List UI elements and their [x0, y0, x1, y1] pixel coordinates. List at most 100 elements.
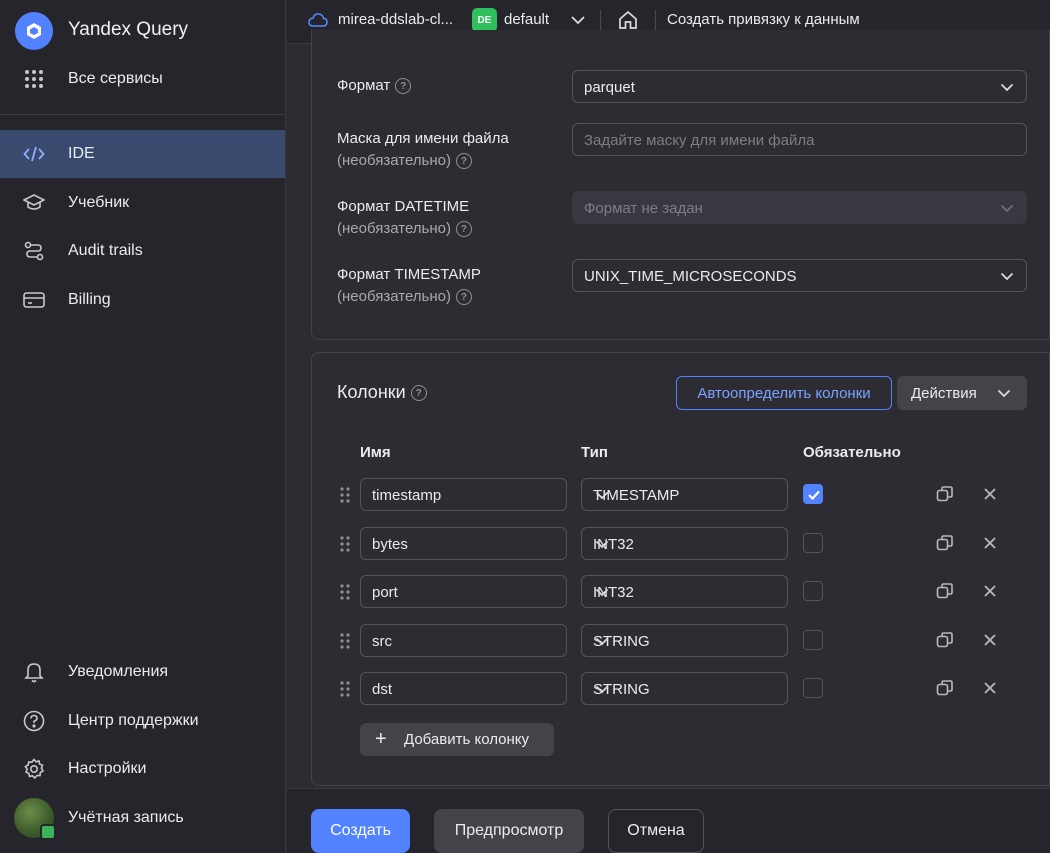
columns-section	[311, 352, 1050, 786]
drag-handle-icon[interactable]	[339, 486, 351, 504]
yandex-query-logo[interactable]	[15, 12, 53, 50]
close-icon[interactable]	[980, 678, 1000, 698]
gear-icon	[22, 757, 46, 781]
columns-title: Колонки?	[337, 382, 427, 403]
sidebar-divider	[0, 114, 285, 115]
sidebar-item-audit-trails[interactable]: Audit trails	[0, 238, 285, 264]
required-checkbox[interactable]	[803, 581, 823, 601]
close-icon[interactable]	[980, 533, 1000, 553]
graduation-cap-icon	[22, 191, 46, 215]
required-checkbox[interactable]	[803, 533, 823, 553]
chevron-down-icon	[593, 583, 611, 601]
datetime-format-select: Формат не задан	[572, 191, 1027, 224]
required-checkbox[interactable]	[803, 484, 823, 504]
timestamp-format-select[interactable]: UNIX_TIME_MICROSECONDS	[572, 259, 1027, 292]
create-button[interactable]: Создать	[311, 809, 410, 853]
environment-badge: DE	[472, 8, 497, 32]
sidebar-label: Настройки	[68, 760, 147, 777]
column-name-input[interactable]: src	[360, 624, 567, 657]
sidebar-item-settings[interactable]: Настройки	[0, 756, 285, 782]
plus-icon: +	[375, 728, 387, 750]
duplicate-icon[interactable]	[935, 630, 955, 650]
chevron-down-icon	[998, 199, 1016, 217]
column-name-value: port	[372, 584, 398, 601]
close-icon[interactable]	[980, 630, 1000, 650]
grid-icon	[22, 67, 46, 91]
close-icon[interactable]	[980, 581, 1000, 601]
sidebar-item-tutorial[interactable]: Учебник	[0, 190, 285, 216]
file-mask-input[interactable]: Задайте маску для имени файла	[572, 123, 1027, 156]
column-name-value: dst	[372, 681, 393, 698]
chevron-down-icon	[998, 78, 1016, 96]
folder-name[interactable]: mirea-ddslab-cl...	[338, 11, 453, 28]
sidebar-item-account[interactable]: Учётная запись	[0, 805, 285, 831]
format-select[interactable]: parquet	[572, 70, 1027, 103]
duplicate-icon[interactable]	[935, 581, 955, 601]
cloud-icon	[307, 9, 329, 31]
required-checkbox[interactable]	[803, 678, 823, 698]
actions-label: Действия	[911, 385, 977, 402]
column-type-select[interactable]: STRING	[581, 624, 788, 657]
drag-handle-icon[interactable]	[339, 632, 351, 650]
column-name-input[interactable]: port	[360, 575, 567, 608]
add-column-button[interactable]: + Добавить колонку	[360, 723, 554, 756]
column-type-select[interactable]: INT32	[581, 575, 788, 608]
help-icon[interactable]: ?	[455, 221, 472, 238]
bell-icon	[22, 660, 46, 684]
timestamp-format-optional: (необязательно)?	[337, 288, 472, 306]
help-icon[interactable]: ?	[410, 385, 427, 402]
environment-name[interactable]: default	[504, 11, 549, 28]
column-header-type: Тип	[581, 444, 608, 461]
sidebar-label: Billing	[68, 291, 111, 308]
question-circle-icon	[22, 709, 46, 733]
chevron-down-icon	[995, 384, 1013, 402]
header-divider	[655, 10, 656, 32]
chevron-down-icon	[593, 486, 611, 504]
cancel-button[interactable]: Отмена	[608, 809, 704, 853]
drag-handle-icon[interactable]	[339, 680, 351, 698]
chevron-down-icon[interactable]	[568, 10, 588, 30]
brand-title[interactable]: Yandex Query	[68, 19, 188, 41]
column-name-input[interactable]: dst	[360, 672, 567, 705]
duplicate-icon[interactable]	[935, 484, 955, 504]
preview-button[interactable]: Предпросмотр	[434, 809, 584, 853]
datetime-format-optional: (необязательно)?	[337, 220, 472, 238]
help-icon[interactable]: ?	[455, 153, 472, 170]
column-type-select[interactable]: TIMESTAMP	[581, 478, 788, 511]
drag-handle-icon[interactable]	[339, 583, 351, 601]
header-divider	[600, 10, 601, 32]
column-name-value: timestamp	[372, 487, 442, 504]
column-name-input[interactable]: bytes	[360, 527, 567, 560]
actions-dropdown-button[interactable]: Действия	[897, 376, 1027, 410]
auto-detect-columns-button[interactable]: Автоопределить колонки	[676, 376, 892, 410]
sidebar-label: Все сервисы	[68, 70, 163, 87]
format-select-value: parquet	[584, 79, 635, 96]
column-type-select[interactable]: INT32	[581, 527, 788, 560]
duplicate-icon[interactable]	[935, 533, 955, 553]
close-icon[interactable]	[980, 484, 1000, 504]
column-name-input[interactable]: timestamp	[360, 478, 567, 511]
chevron-down-icon	[593, 632, 611, 650]
file-mask-placeholder: Задайте маску для имени файла	[584, 132, 815, 149]
home-icon[interactable]	[617, 9, 639, 31]
sidebar-item-ide[interactable]: IDE	[0, 141, 285, 167]
column-type-select[interactable]: STRING	[581, 672, 788, 705]
sidebar-item-support[interactable]: Центр поддержки	[0, 708, 285, 734]
column-name-value: src	[372, 633, 392, 650]
sidebar-label: IDE	[68, 145, 95, 162]
file-mask-label: Маска для имени файла	[337, 130, 509, 147]
sidebar-label: Учётная запись	[68, 809, 184, 826]
breadcrumb-current-page: Создать привязку к данным	[667, 11, 860, 28]
sidebar-item-notifications[interactable]: Уведомления	[0, 659, 285, 685]
format-label: Формат?	[337, 77, 412, 95]
sidebar-item-billing[interactable]: Billing	[0, 287, 285, 313]
timestamp-format-value: UNIX_TIME_MICROSECONDS	[584, 268, 797, 285]
route-icon	[22, 239, 46, 263]
help-icon[interactable]: ?	[455, 289, 472, 306]
sidebar-item-all-services[interactable]: Все сервисы	[0, 66, 285, 92]
drag-handle-icon[interactable]	[339, 535, 351, 553]
required-checkbox[interactable]	[803, 630, 823, 650]
chevron-down-icon	[998, 267, 1016, 285]
duplicate-icon[interactable]	[935, 678, 955, 698]
help-icon[interactable]: ?	[395, 78, 412, 95]
